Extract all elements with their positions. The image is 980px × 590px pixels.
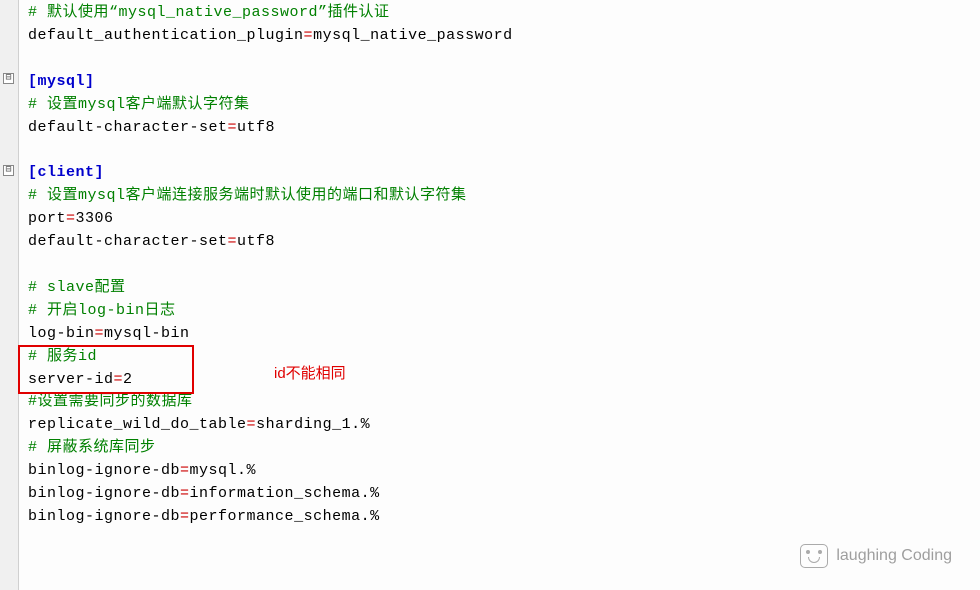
code-line: binlog-ignore-db=mysql.% (28, 460, 513, 483)
code-line: default-character-set=utf8 (28, 231, 513, 254)
code-line: [mysql] (28, 71, 513, 94)
code-line: log-bin=mysql-bin (28, 323, 513, 346)
gutter (0, 0, 19, 590)
code-line: # slave配置 (28, 277, 513, 300)
watermark-text: laughing Coding (836, 547, 952, 565)
code-line: # 屏蔽系统库同步 (28, 437, 513, 460)
watermark: laughing Coding (800, 544, 952, 568)
annotation-box (18, 345, 194, 394)
annotation-text: id不能相同 (274, 362, 346, 383)
code-area: # 默认使用“mysql_native_password”插件认证default… (28, 2, 513, 529)
code-line (28, 139, 513, 162)
fold-marker[interactable]: ⊟ (3, 73, 14, 84)
code-line: default_authentication_plugin=mysql_nati… (28, 25, 513, 48)
fold-marker[interactable]: ⊟ (3, 165, 14, 176)
code-line (28, 48, 513, 71)
code-line: default-character-set=utf8 (28, 117, 513, 140)
code-line: [client] (28, 162, 513, 185)
code-line: #设置需要同步的数据库 (28, 391, 513, 414)
code-line: # 默认使用“mysql_native_password”插件认证 (28, 2, 513, 25)
wechat-icon (800, 544, 828, 568)
code-line: # 设置mysql客户端连接服务端时默认使用的端口和默认字符集 (28, 185, 513, 208)
code-line: binlog-ignore-db=performance_schema.% (28, 506, 513, 529)
code-line: binlog-ignore-db=information_schema.% (28, 483, 513, 506)
code-line: replicate_wild_do_table=sharding_1.% (28, 414, 513, 437)
code-line: # 开启log-bin日志 (28, 300, 513, 323)
code-line: port=3306 (28, 208, 513, 231)
code-line (28, 254, 513, 277)
code-line: # 设置mysql客户端默认字符集 (28, 94, 513, 117)
